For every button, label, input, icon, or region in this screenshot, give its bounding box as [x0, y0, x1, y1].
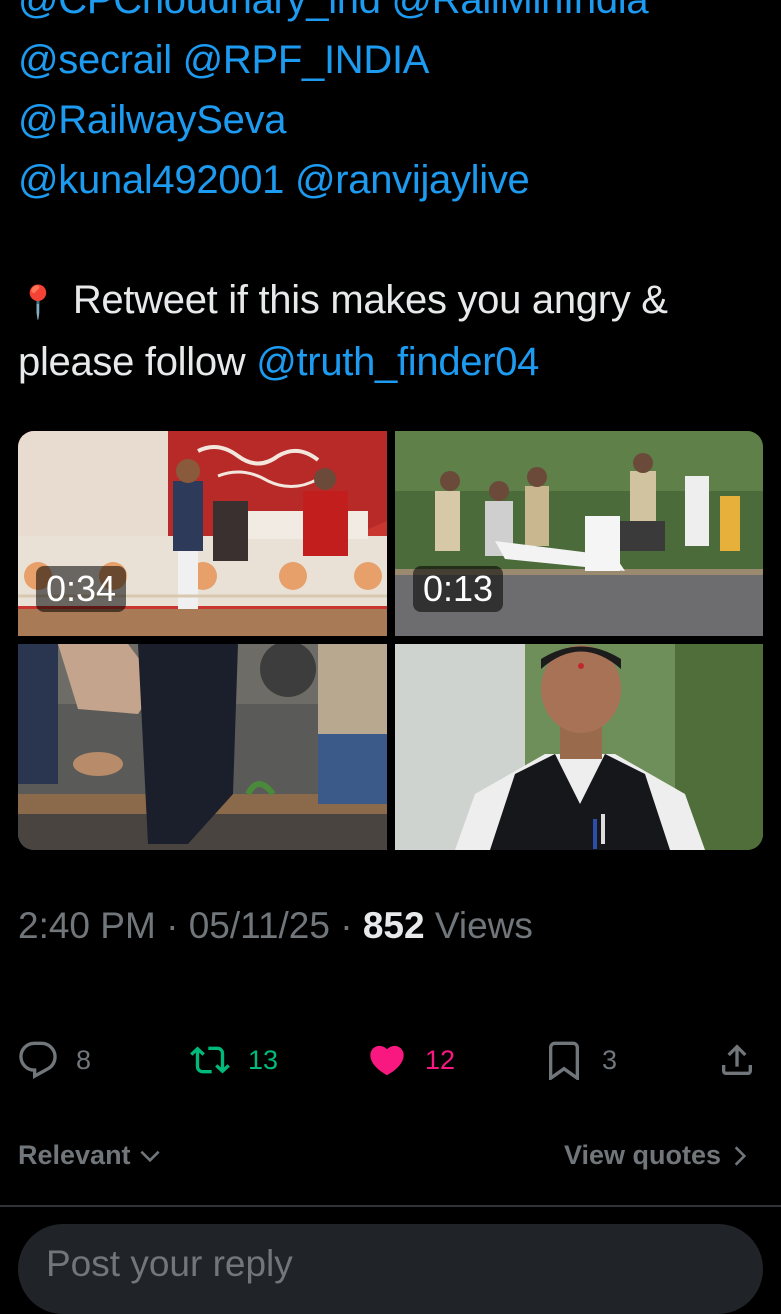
reply-button[interactable]: 8 — [18, 1040, 91, 1080]
tweet-time: 2:40 PM — [18, 905, 156, 946]
view-quotes-link[interactable]: View quotes — [564, 1140, 753, 1171]
media-image-4[interactable] — [395, 644, 763, 850]
reply-composer[interactable] — [18, 1224, 763, 1314]
mention-secrail[interactable]: @secrail — [18, 38, 172, 82]
tweet-line-2: @secrail @RPF_INDIA — [18, 30, 768, 90]
tweet-cta-line-2: please follow @truth_finder04 — [18, 332, 768, 392]
cta-text-2: please follow — [18, 340, 246, 384]
video-duration-2: 0:13 — [413, 566, 504, 612]
mention-line-1[interactable]: @CPChoudhary_ind @RailMinIndia — [18, 0, 649, 22]
mention-truth-finder[interactable]: @truth_finder04 — [256, 340, 539, 384]
chevron-down-icon — [139, 1150, 160, 1162]
heart-filled-icon — [370, 1045, 404, 1076]
media-grid: 0:34 0:13 — [18, 431, 763, 850]
tweet-text: @CPChoudhary_ind @RailMinIndia @secrail … — [18, 0, 768, 392]
mention-ranvijaylive[interactable]: @ranvijaylive — [295, 158, 530, 202]
action-bar: 8 13 12 3 — [0, 1030, 781, 1090]
meta-separator-1: · — [166, 905, 179, 946]
view-quotes-label: View quotes — [563, 1140, 721, 1170]
track-incident-image — [18, 644, 387, 850]
views-count: 852 — [362, 905, 425, 946]
mention-kunal[interactable]: @kunal492001 — [18, 158, 284, 202]
tweet-date: 05/11/25 — [188, 905, 330, 946]
tweet-line-3: @RailwaySeva — [18, 90, 768, 150]
media-video-1[interactable]: 0:34 — [18, 431, 387, 636]
divider — [0, 1205, 781, 1207]
reply-filter-row: Relevant View quotes — [18, 1140, 753, 1180]
cta-text-1: Retweet if this makes you angry & — [72, 278, 668, 322]
retweet-button[interactable]: 13 — [190, 1040, 278, 1080]
views-label: Views — [434, 905, 533, 946]
video-duration-1: 0:34 — [36, 566, 127, 612]
reply-input[interactable] — [44, 1242, 728, 1286]
media-image-3[interactable] — [18, 644, 387, 850]
meta-separator-2: · — [340, 905, 353, 946]
retweet-count: 13 — [248, 1044, 279, 1075]
portrait-image — [395, 644, 763, 850]
like-button[interactable]: 12 — [367, 1040, 455, 1080]
sort-relevant-dropdown[interactable]: Relevant — [18, 1140, 163, 1171]
mention-railwayseva[interactable]: @RailwaySeva — [18, 98, 287, 142]
share-upload-icon — [722, 1044, 752, 1075]
reply-count: 8 — [76, 1044, 92, 1075]
retweet-arrows-icon — [190, 1046, 230, 1074]
bookmark-icon — [549, 1041, 579, 1080]
mention-rpf-india[interactable]: @RPF_INDIA — [183, 38, 430, 82]
sort-label: Relevant — [18, 1140, 131, 1170]
chevron-right-icon — [734, 1145, 747, 1166]
share-button[interactable] — [717, 1040, 757, 1080]
media-video-2[interactable]: 0:13 — [395, 431, 763, 636]
bookmark-button[interactable]: 3 — [544, 1040, 617, 1080]
location-pin-icon: 📍 — [18, 284, 58, 320]
tweet-line-1: @CPChoudhary_ind @RailMinIndia — [18, 0, 768, 30]
like-count: 12 — [425, 1044, 456, 1075]
tweet-meta: 2:40 PM · 05/11/25 · 852 Views — [18, 905, 533, 947]
tweet-line-4: @kunal492001 @ranvijaylive — [18, 150, 768, 210]
tweet-cta-line-1: 📍 Retweet if this makes you angry & — [18, 270, 768, 332]
reply-bubble-icon — [19, 1041, 57, 1079]
bookmark-count: 3 — [602, 1044, 618, 1075]
